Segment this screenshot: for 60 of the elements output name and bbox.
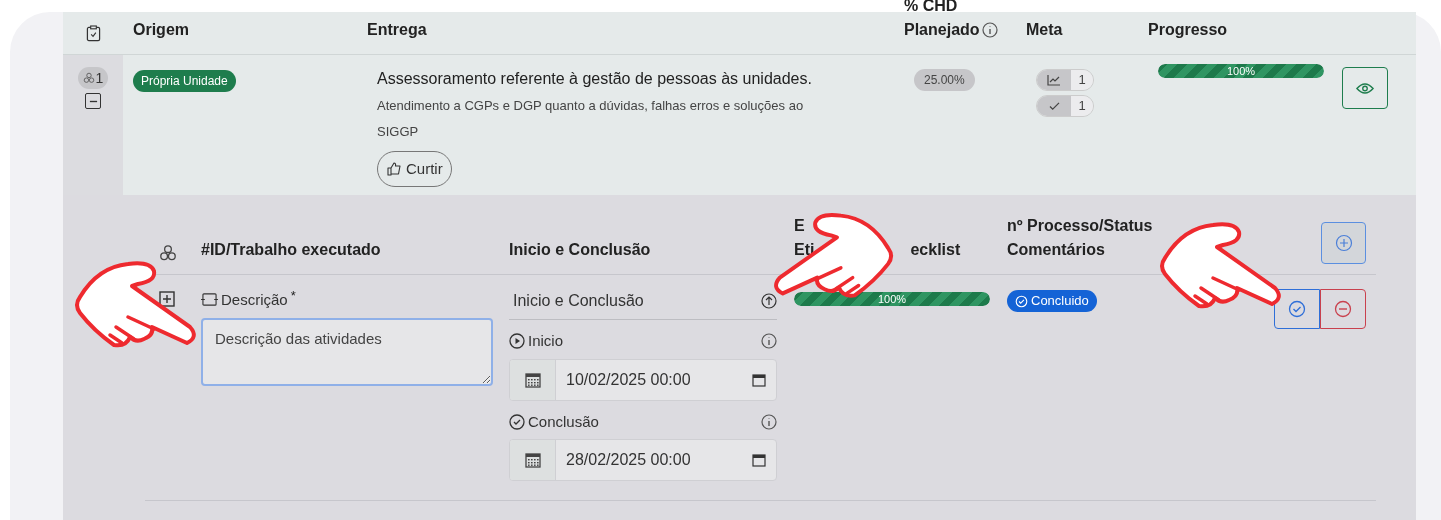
calendar-icon bbox=[752, 453, 766, 467]
description-textarea[interactable]: Descrição das atividades bbox=[201, 317, 493, 386]
date-field[interactable]: 28/02/2025 00:00 bbox=[509, 439, 777, 481]
delivery-title: Assessoramento referente à gestão de pessoas às unidades. bbox=[377, 69, 812, 89]
goal-count: 1 bbox=[1071, 96, 1093, 116]
arrow-up-circle-icon[interactable] bbox=[761, 293, 777, 309]
calendar-grid-icon bbox=[524, 452, 541, 468]
column-header: #ID/Trabalho executado bbox=[201, 240, 382, 260]
remove-button[interactable] bbox=[1320, 289, 1366, 329]
column-header: Progresso bbox=[1148, 20, 1228, 40]
field-label: Inicio bbox=[528, 331, 564, 351]
date-field[interactable]: 10/02/2025 00:00 bbox=[509, 358, 777, 401]
group-count-badge: 1 bbox=[77, 67, 109, 89]
play-circle-icon bbox=[509, 333, 525, 350]
check-circle-icon bbox=[509, 413, 525, 430]
column-header: Entrega bbox=[367, 20, 428, 40]
required-mark: * bbox=[290, 289, 296, 302]
check-circle-icon bbox=[1015, 294, 1028, 308]
column-header: Origem bbox=[132, 20, 190, 40]
progress-label: 100% bbox=[1225, 64, 1257, 78]
cubes-icon bbox=[159, 244, 177, 262]
clipboard-check-icon bbox=[85, 25, 101, 42]
calendar-icon bbox=[752, 372, 766, 387]
progress-label: 100% bbox=[876, 292, 908, 306]
minus-circle-icon bbox=[1334, 300, 1352, 318]
cubes-icon bbox=[82, 72, 95, 84]
column-header: Inicio e Conclusão bbox=[509, 240, 652, 260]
add-button[interactable] bbox=[1321, 222, 1366, 264]
origin-tag: Própria Unidade bbox=[133, 70, 236, 92]
line-chart-icon bbox=[1047, 74, 1061, 86]
expand-icon[interactable] bbox=[159, 291, 175, 307]
date-value: 28/02/2025 00:00 bbox=[566, 450, 691, 470]
info-icon bbox=[981, 22, 998, 38]
dates-title: Inicio e Conclusão bbox=[513, 291, 644, 311]
column-header: Eti bbox=[794, 240, 815, 260]
field-label: Descrição bbox=[221, 290, 288, 310]
check-icon bbox=[1048, 101, 1060, 111]
delivery-description: Atendimento a CGPs e DGP quanto a dúvidas, falhas erros e soluções ao SIGGP bbox=[377, 97, 805, 141]
info-icon bbox=[761, 333, 777, 350]
column-header: Meta bbox=[1026, 20, 1064, 40]
check-circle-icon bbox=[1288, 300, 1306, 318]
column-header: ecklist bbox=[910, 240, 961, 260]
view-button[interactable] bbox=[1342, 67, 1388, 109]
eye-icon bbox=[1356, 82, 1374, 94]
thumbs-up-icon bbox=[386, 161, 402, 177]
plus-circle-icon bbox=[1334, 234, 1353, 252]
percentage-pill: 25.00% bbox=[914, 69, 975, 91]
calendar-grid-icon bbox=[524, 371, 541, 388]
collapse-toggle[interactable] bbox=[85, 93, 101, 109]
status-badge: Concluido bbox=[1007, 290, 1097, 312]
textbox-icon bbox=[201, 292, 218, 307]
date-value: 10/02/2025 00:00 bbox=[566, 369, 691, 390]
info-icon bbox=[761, 413, 777, 430]
column-header: Planejado bbox=[904, 20, 980, 40]
column-header: % CHD bbox=[904, 0, 959, 14]
field-label: Conclusão bbox=[528, 411, 599, 432]
column-header: E bbox=[794, 216, 805, 236]
column-header: Comentários bbox=[1007, 240, 1105, 260]
column-header: nº Processo/Status bbox=[1007, 216, 1153, 236]
goal-count: 1 bbox=[1071, 70, 1093, 90]
